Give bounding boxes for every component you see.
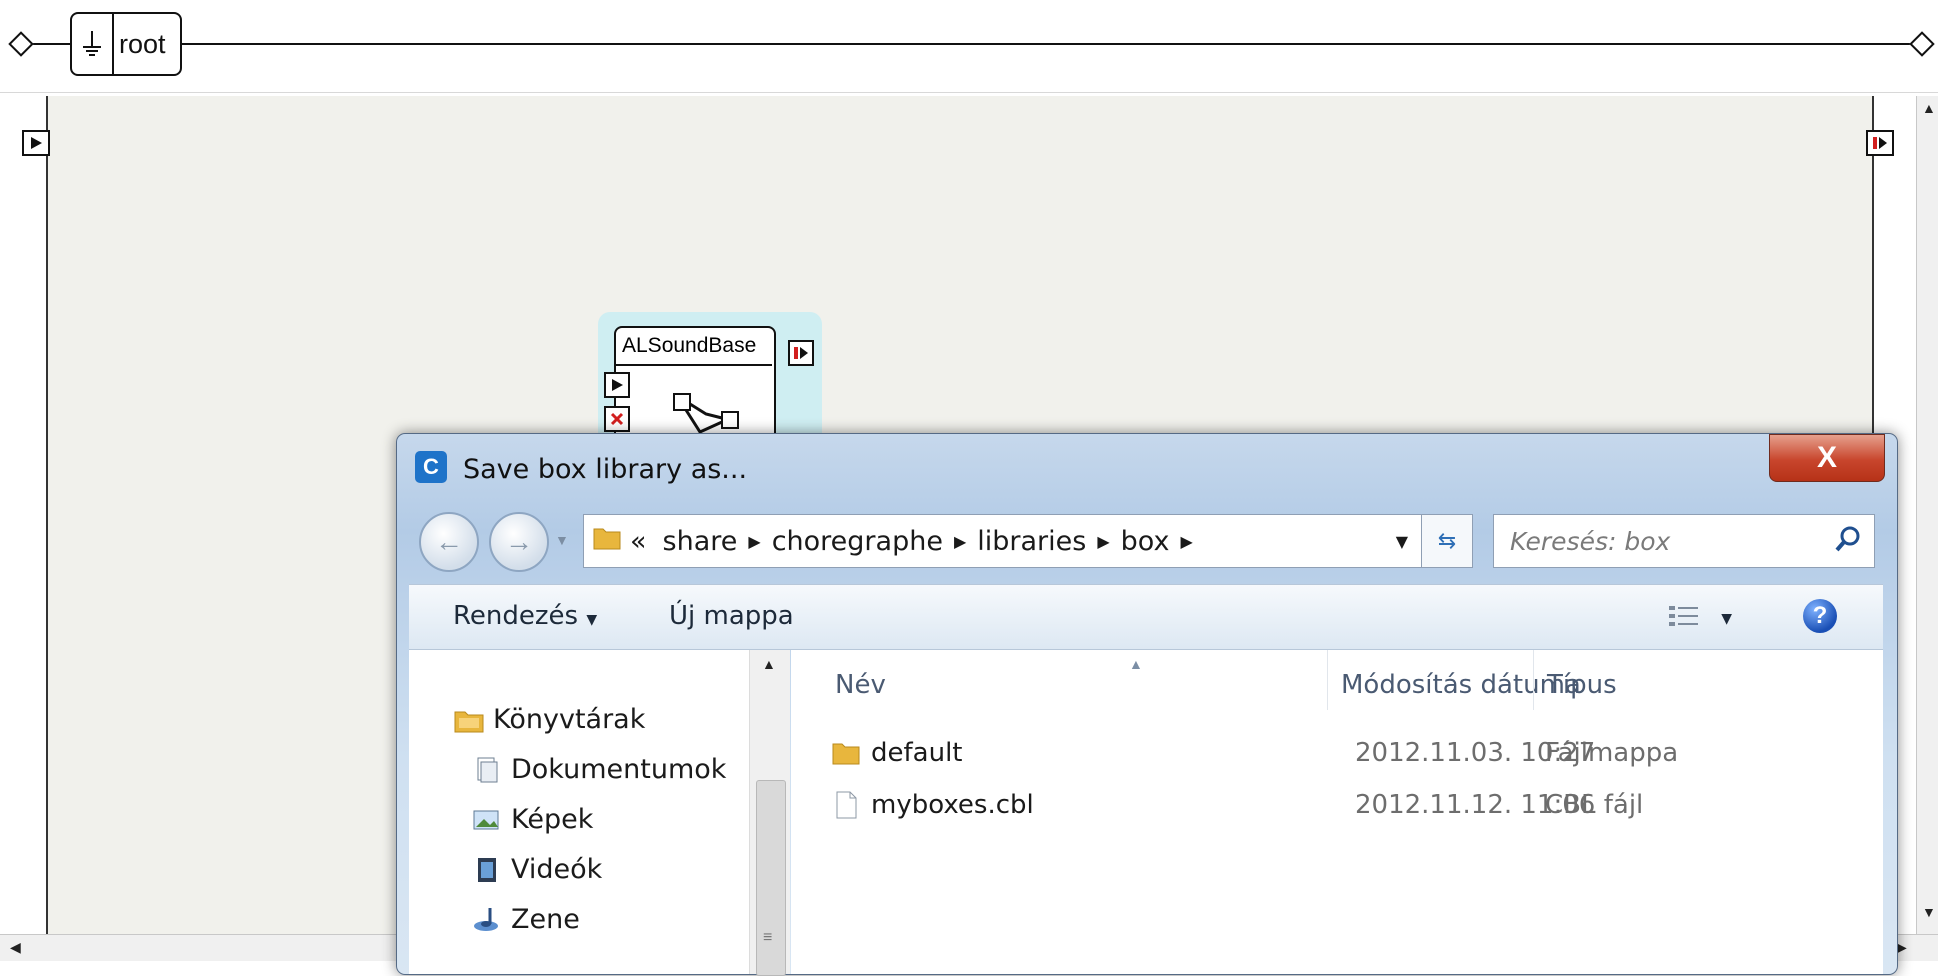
help-icon[interactable]: ? (1803, 599, 1837, 633)
nav-item-label: Videók (511, 854, 603, 885)
vertical-scrollbar[interactable]: ▲ ▼ (1916, 96, 1938, 934)
address-segment-share[interactable]: share (663, 526, 738, 557)
pictures-icon (471, 806, 503, 834)
file-name: default (871, 738, 963, 768)
refresh-icon: ⇆ (1437, 528, 1457, 553)
diamond-left-icon (8, 31, 34, 57)
scroll-up-icon[interactable]: ▲ (1922, 100, 1936, 116)
back-button[interactable]: ← (419, 512, 479, 572)
column-modified[interactable]: Módosítás dátuma (1341, 670, 1581, 700)
address-segment-libraries[interactable]: libraries (977, 526, 1086, 557)
file-name: myboxes.cbl (871, 790, 1034, 820)
breadcrumb-root-label: root (119, 28, 166, 59)
videos-icon (471, 856, 503, 884)
recent-locations-dropdown[interactable]: ▼ (555, 532, 569, 548)
node-title: ALSoundBase (614, 326, 772, 366)
file-type: CBL fájl (1545, 790, 1644, 820)
chevron-right-icon[interactable]: ▶ (1097, 532, 1109, 551)
back-arrow-icon: ← (435, 526, 463, 557)
onstart-input-port[interactable] (22, 130, 50, 156)
node-stop-port[interactable] (604, 406, 630, 432)
documents-icon (471, 756, 503, 784)
nav-item-label: Könyvtárak (493, 704, 646, 735)
file-row[interactable]: myboxes.cbl 2012.11.12. 11:06 CBL fájl (831, 786, 1883, 826)
address-bar[interactable]: « share ▶ choregraphe ▶ libraries ▶ box … (583, 514, 1423, 568)
address-overflow[interactable]: « (630, 526, 647, 557)
save-dialog: C Save box library as... X ← → ▼ « share… (396, 433, 1898, 976)
file-type: Fájlmappa (1545, 738, 1679, 768)
search-box[interactable] (1493, 514, 1875, 568)
search-input[interactable] (1508, 525, 1832, 557)
sort-ascending-icon: ▲ (1129, 656, 1143, 672)
navigation-pane: Könyvtárak Dokumentumok Képek Videók Zen… (409, 650, 790, 976)
address-dropdown-icon[interactable]: ▼ (1396, 532, 1408, 551)
nav-item-label: Zene (511, 904, 580, 935)
node-output-port[interactable] (788, 340, 814, 366)
chevron-right-icon[interactable]: ▶ (748, 532, 760, 551)
column-separator[interactable] (1533, 650, 1534, 710)
nav-item-label: Képek (511, 804, 594, 835)
column-name[interactable]: Név (835, 670, 886, 700)
search-icon[interactable] (1834, 525, 1862, 558)
folder-icon (592, 523, 622, 560)
refresh-button[interactable]: ⇆ (1421, 514, 1473, 568)
column-type[interactable]: Típus (1547, 670, 1617, 700)
file-icon (831, 790, 861, 820)
left-rail (46, 96, 48, 934)
nav-scrollbar[interactable]: ▲ ≡ (749, 650, 790, 976)
node-start-port[interactable] (604, 372, 630, 398)
breadcrumb-bar: root (0, 0, 1938, 93)
breadcrumb-root[interactable]: root (70, 12, 182, 76)
nav-item-music[interactable]: Zene (471, 904, 580, 935)
new-folder-button[interactable]: Új mappa (669, 601, 794, 631)
column-separator[interactable] (1327, 650, 1328, 710)
dialog-title: Save box library as... (463, 454, 748, 485)
onstopped-output-port[interactable] (1866, 130, 1894, 156)
timeline-line (30, 43, 1916, 45)
organize-button[interactable]: Rendezés ▼ (453, 601, 597, 631)
folder-icon (831, 738, 861, 768)
nav-item-documents[interactable]: Dokumentumok (471, 754, 726, 785)
scroll-down-icon[interactable]: ▼ (1922, 904, 1936, 920)
address-segment-choregraphe[interactable]: choregraphe (772, 526, 943, 557)
diamond-right-icon (1909, 31, 1935, 57)
file-row[interactable]: default 2012.11.03. 10:27 Fájlmappa (831, 734, 1883, 774)
dialog-toolbar: Rendezés ▼ Új mappa ▼ ? (409, 584, 1883, 650)
app-icon: C (415, 451, 447, 483)
libraries-icon (453, 706, 485, 734)
scroll-left-icon[interactable]: ◀ (10, 939, 21, 956)
address-segment-box[interactable]: box (1121, 526, 1170, 557)
view-options-button[interactable]: ▼ (1667, 603, 1732, 636)
file-list: ▲ Név Módosítás dátuma Típus default 201… (791, 650, 1883, 974)
nav-scroll-thumb[interactable]: ≡ (756, 780, 786, 976)
nav-item-label: Dokumentumok (511, 754, 727, 785)
forward-arrow-icon: → (505, 526, 533, 557)
nav-item-libraries[interactable]: Könyvtárak (453, 704, 645, 735)
chevron-down-icon: ▼ (1721, 611, 1733, 627)
forward-button[interactable]: → (489, 512, 549, 572)
ground-icon (72, 14, 114, 74)
nav-item-pictures[interactable]: Képek (471, 804, 593, 835)
grip-icon: ≡ (763, 929, 773, 946)
close-button[interactable]: X (1769, 434, 1885, 482)
nav-item-videos[interactable]: Videók (471, 854, 602, 885)
music-icon (471, 906, 503, 934)
chevron-right-icon[interactable]: ▶ (1180, 532, 1192, 551)
scroll-up-icon[interactable]: ▲ (762, 656, 776, 672)
chevron-down-icon: ▼ (586, 612, 598, 628)
chevron-right-icon[interactable]: ▶ (954, 532, 966, 551)
